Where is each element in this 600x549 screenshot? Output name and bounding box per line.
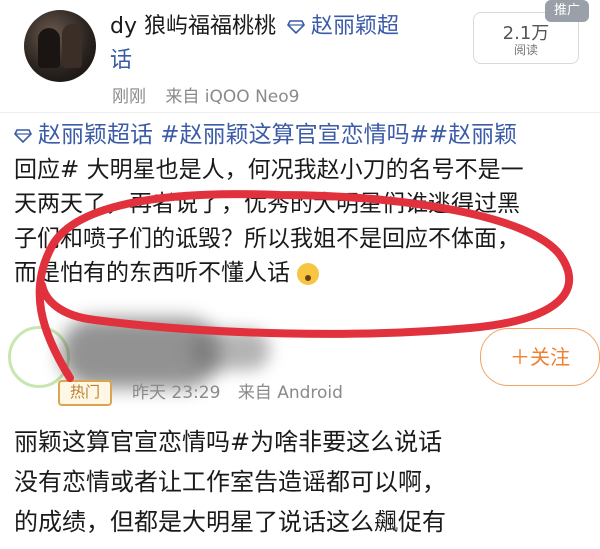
username[interactable]: dy 狼屿福福桃桃: [110, 14, 276, 39]
post-line-3: 天两天了，再者说了，优秀的大明星们谁逃得过黑: [14, 187, 594, 222]
post-line-5: 而是怕有的东西听不懂人话: [14, 256, 594, 291]
second-post-source: 来自 Android: [237, 383, 343, 403]
post-line-4: 子们和喷子们的诋毁？所以我姐不是回应不体面，: [14, 222, 594, 257]
second-post-line: 没有恋情或者让工作室告造谣都可以啊，: [14, 468, 446, 496]
post-text: 而是怕有的东西听不懂人话: [14, 260, 290, 286]
post-text: 天两天了，再者说了，优秀的大明星们谁逃得过黑: [14, 191, 520, 217]
post-line-2: 回应# 大明星也是人，何况我赵小刀的名号不是一: [14, 153, 594, 188]
second-post-body: 丽颖这算官宣恋情吗#为啥非要这么说话 没有恋情或者让工作室告造谣都可以啊， 的成…: [14, 422, 594, 542]
reads-label: 阅读: [513, 43, 538, 57]
super-topic-diamond-icon: [287, 20, 305, 34]
hot-badge: 热门: [58, 380, 112, 406]
second-post-meta: 昨天 23:29 来自 Android: [132, 378, 355, 403]
post-text: 子们和喷子们的诋毁？所以我姐不是回应不体面，: [14, 225, 520, 252]
avatar-figure: [38, 28, 60, 68]
ad-badge: 推广: [545, 0, 589, 22]
follow-button[interactable]: ＋关注: [480, 328, 600, 386]
second-post-time: 昨天 23:29: [132, 383, 221, 403]
shocked-face-emoji-icon: [297, 262, 320, 285]
post-time: 刚刚: [112, 87, 146, 107]
hashtag-link[interactable]: 赵丽颖超话 #赵丽颖这算官宣恋情吗##赵丽颖: [38, 122, 517, 148]
post-text: 回应# 大明星也是人，何况我赵小刀的名号不是一: [14, 156, 524, 183]
avatar-figure: [62, 24, 82, 68]
super-topic-link[interactable]: 赵丽颖超: [311, 14, 399, 39]
super-topic-link-cont[interactable]: 话: [110, 48, 132, 73]
post-body: 赵丽颖超话 #赵丽颖这算官宣恋情吗##赵丽颖 回应# 大明星也是人，何况我赵小刀…: [14, 118, 594, 291]
second-post-line: 的成绩，但都是大明星了说话这么飆促有: [14, 508, 446, 536]
post-source: 来自 iQOO Neo9: [165, 87, 300, 107]
blurred-username: [190, 330, 270, 370]
super-topic-diamond-icon: [14, 128, 32, 143]
post-meta: 刚刚 来自 iQOO Neo9: [112, 82, 313, 107]
second-post-line: 丽颖这算官宣恋情吗#为啥非要这么说话: [14, 428, 443, 456]
post-line-1: 赵丽颖超话 #赵丽颖这算官宣恋情吗##赵丽颖: [14, 118, 594, 153]
divider: [0, 112, 600, 113]
post-author-line: dy 狼屿福福桃桃 赵丽颖超 话: [110, 10, 450, 78]
avatar[interactable]: [24, 10, 96, 82]
